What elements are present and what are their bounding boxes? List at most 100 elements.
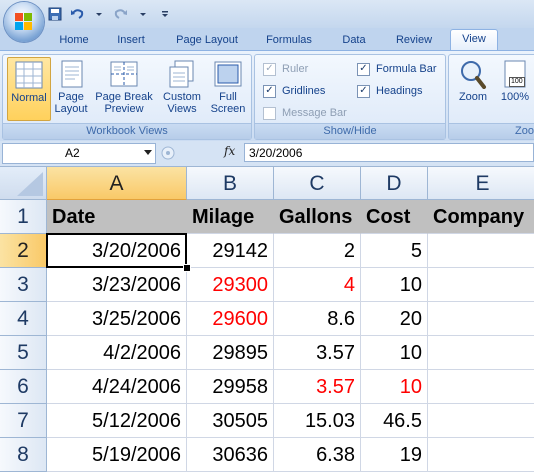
custom-views-button[interactable]: Custom Views	[159, 57, 205, 119]
office-button[interactable]	[4, 2, 44, 42]
headings-check-icon: ✓	[357, 84, 370, 98]
full-screen-icon	[213, 59, 243, 89]
custom-views-label-2: Views	[167, 103, 197, 115]
undo-dropdown-icon[interactable]	[90, 5, 108, 23]
cell-c6[interactable]: 3.57	[274, 370, 361, 404]
message-bar-label: Message Bar	[282, 107, 347, 119]
cell-d6[interactable]: 10	[361, 370, 428, 404]
cell-d8[interactable]: 19	[361, 438, 428, 472]
tab-view[interactable]: View	[450, 29, 498, 51]
select-all-button[interactable]	[0, 167, 47, 200]
cell-e4[interactable]	[428, 302, 534, 336]
cell-d3[interactable]: 10	[361, 268, 428, 302]
tab-insert[interactable]: Insert	[108, 31, 154, 50]
cell-a2[interactable]: 3/20/2006	[47, 234, 187, 268]
cell-b3[interactable]: 29300	[187, 268, 274, 302]
zoom-button[interactable]: Zoom	[453, 57, 493, 119]
cell-c3[interactable]: 4	[274, 268, 361, 302]
page-layout-view-button[interactable]: Page Layout	[51, 57, 91, 119]
cell-a8[interactable]: 5/19/2006	[47, 438, 187, 472]
message-bar-checkbox[interactable]: Message Bar	[263, 105, 347, 121]
cell-e8[interactable]	[428, 438, 534, 472]
tab-data[interactable]: Data	[332, 31, 376, 50]
cell-d2[interactable]: 5	[361, 234, 428, 268]
cell-c4[interactable]: 8.6	[274, 302, 361, 336]
column-header-a[interactable]: A	[47, 167, 187, 200]
row-header-3[interactable]: 3	[0, 268, 47, 302]
formula-input[interactable]: 3/20/2006	[244, 143, 534, 162]
header-cell-c1[interactable]: Gallons	[274, 200, 361, 234]
cell-b6[interactable]: 29958	[187, 370, 274, 404]
headings-checkbox[interactable]: ✓ Headings	[357, 83, 422, 99]
column-header-c[interactable]: C	[274, 167, 361, 200]
cell-d5[interactable]: 10	[361, 336, 428, 370]
full-screen-button[interactable]: Full Screen	[207, 57, 249, 119]
page-layout-label-2: Layout	[54, 103, 88, 115]
cell-b7[interactable]: 30505	[187, 404, 274, 438]
name-box[interactable]: A2	[2, 143, 156, 164]
row-header-5[interactable]: 5	[0, 336, 47, 370]
header-cell-e1[interactable]: Company	[428, 200, 534, 234]
save-icon[interactable]	[46, 5, 64, 23]
ruler-checkbox[interactable]: ✓ Ruler	[263, 61, 308, 77]
cell-c5[interactable]: 3.57	[274, 336, 361, 370]
column-header-d[interactable]: D	[361, 167, 428, 200]
quick-access-toolbar	[46, 4, 174, 24]
tab-home[interactable]: Home	[52, 31, 96, 50]
cell-e7[interactable]	[428, 404, 534, 438]
redo-dropdown-icon[interactable]	[134, 5, 152, 23]
formula-bar-checkbox[interactable]: ✓ Formula Bar	[357, 61, 437, 77]
row-header-2[interactable]: 2	[0, 234, 47, 268]
cell-e3[interactable]	[428, 268, 534, 302]
headings-label: Headings	[376, 85, 423, 97]
row-header-7[interactable]: 7	[0, 404, 47, 438]
tab-formulas[interactable]: Formulas	[258, 31, 320, 50]
undo-icon[interactable]	[68, 5, 86, 23]
cell-e5[interactable]	[428, 336, 534, 370]
row-header-6[interactable]: 6	[0, 370, 47, 404]
tab-review[interactable]: Review	[388, 31, 440, 50]
cell-e2[interactable]	[428, 234, 534, 268]
cell-a7[interactable]: 5/12/2006	[47, 404, 187, 438]
column-header-b[interactable]: B	[187, 167, 274, 200]
column-header-e[interactable]: E	[428, 167, 534, 200]
cell-a6[interactable]: 4/24/2006	[47, 370, 187, 404]
show-hide-label: Show/Hide	[255, 123, 445, 139]
cell-b2[interactable]: 29142	[187, 234, 274, 268]
row-header-1[interactable]: 1	[0, 200, 47, 234]
cell-b5[interactable]: 29895	[187, 336, 274, 370]
cell-c7[interactable]: 15.03	[274, 404, 361, 438]
page-break-preview-button[interactable]: Page Break Preview	[93, 57, 155, 119]
redo-icon[interactable]	[112, 5, 130, 23]
cell-d7[interactable]: 46.5	[361, 404, 428, 438]
normal-view-button[interactable]: Normal	[7, 57, 51, 121]
row-header-8[interactable]: 8	[0, 438, 47, 472]
worksheet-grid: ABCDE 12345678 Date Milage Gallons Cost Comp…	[0, 167, 534, 472]
cell-e6[interactable]	[428, 370, 534, 404]
fill-handle[interactable]	[183, 264, 191, 272]
cell-a5[interactable]: 4/2/2006	[47, 336, 187, 370]
cell-d4[interactable]: 20	[361, 302, 428, 336]
cell-c2[interactable]: 2	[274, 234, 361, 268]
header-cell-d1[interactable]: Cost	[361, 200, 428, 234]
cell-b4[interactable]: 29600	[187, 302, 274, 336]
page-break-preview-icon	[109, 59, 139, 89]
row-header-4[interactable]: 4	[0, 302, 47, 336]
header-cell-b1[interactable]: Milage	[187, 200, 274, 234]
gridlines-check-icon: ✓	[263, 84, 276, 98]
cell-c8[interactable]: 6.38	[274, 438, 361, 472]
formula-bar-resize-icon[interactable]	[160, 143, 184, 162]
zoom-100-icon: 100	[500, 59, 530, 89]
name-box-dropdown-icon[interactable]	[144, 150, 152, 155]
cell-b8[interactable]: 30636	[187, 438, 274, 472]
cell-a4[interactable]: 3/25/2006	[47, 302, 187, 336]
header-cell-a1[interactable]: Date	[47, 200, 187, 234]
zoom-100-button[interactable]: 100 100%	[497, 57, 533, 119]
tab-page-layout[interactable]: Page Layout	[166, 31, 248, 50]
cell-a3[interactable]: 3/23/2006	[47, 268, 187, 302]
normal-view-label: Normal	[11, 92, 47, 104]
gridlines-checkbox[interactable]: ✓ Gridlines	[263, 83, 325, 99]
insert-function-icon[interactable]: fx	[224, 144, 235, 158]
formula-bar: A2 fx 3/20/2006	[0, 141, 534, 167]
customize-toolbar-icon[interactable]	[156, 5, 174, 23]
